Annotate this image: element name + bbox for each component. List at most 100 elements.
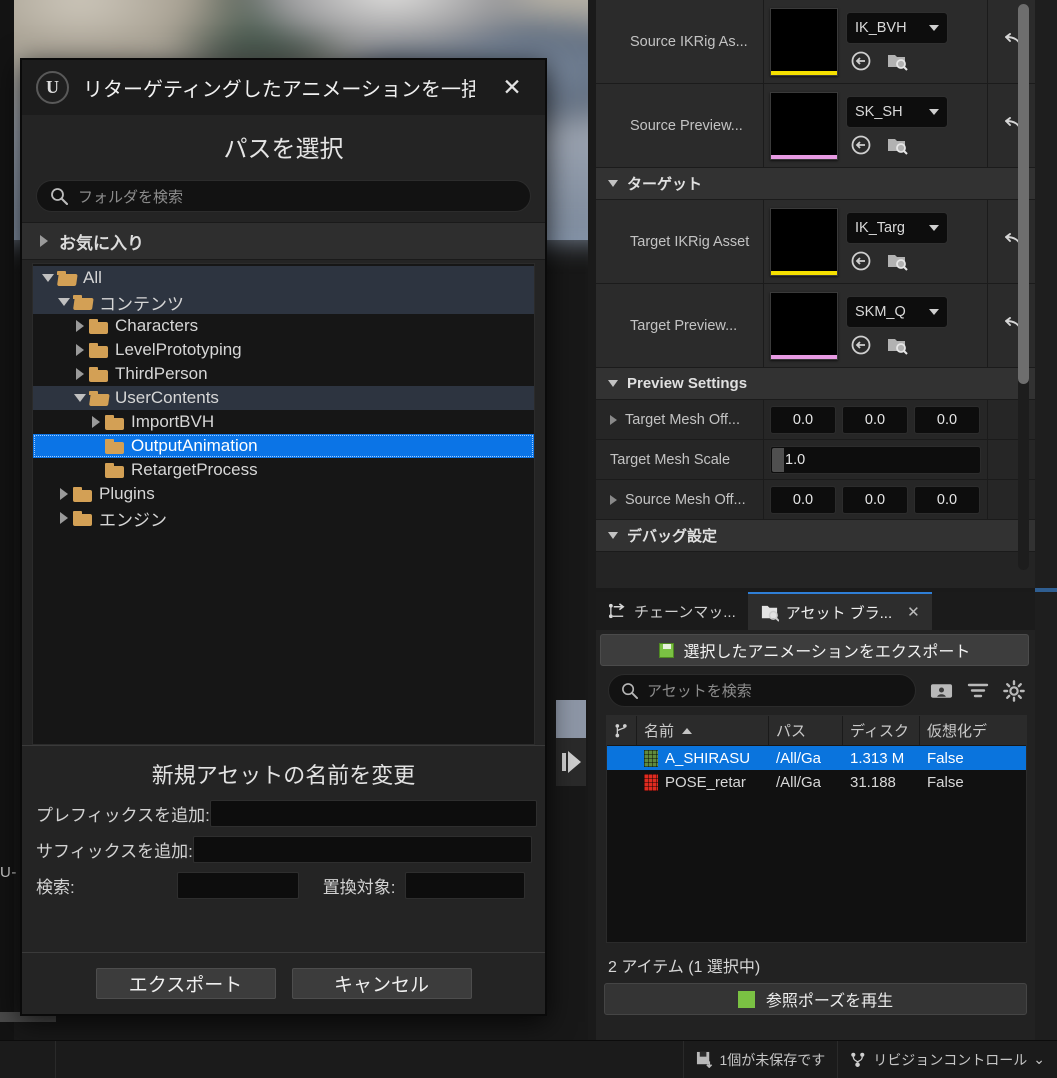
chevron-right-icon[interactable]: [87, 416, 105, 428]
chevron-down-icon[interactable]: [39, 274, 57, 282]
folder-tree-item[interactable]: Plugins: [33, 482, 534, 506]
table-row[interactable]: POSE_retar /All/Ga 31.188 False: [607, 770, 1026, 794]
column-label: パス: [776, 723, 807, 740]
favorites-section-header[interactable]: お気に入り: [22, 222, 545, 260]
section-title: デバッグ設定: [627, 528, 718, 545]
prefix-input[interactable]: [209, 800, 537, 827]
property-label-container[interactable]: Source Mesh Off...: [596, 480, 764, 519]
details-scrollbar[interactable]: [1018, 4, 1029, 570]
asset-thumbnail[interactable]: [770, 7, 838, 76]
chevron-right-icon[interactable]: [71, 368, 89, 380]
tab-asset-browser[interactable]: アセット ブラ... ✕: [747, 592, 932, 630]
asset-picker-value: IK_Targ: [855, 219, 905, 236]
chain-mapping-icon: [608, 602, 625, 618]
unreal-engine-logo-icon: U: [36, 71, 69, 104]
asset-action-icons: [846, 134, 948, 156]
asset-picker-dropdown[interactable]: SK_SH: [846, 95, 948, 128]
column-header-virtualized[interactable]: 仮想化デ: [920, 716, 1026, 745]
row-name-cell: A_SHIRASU: [637, 749, 769, 767]
column-header-name[interactable]: 名前: [637, 716, 769, 745]
revision-control-status[interactable]: リビジョンコントロール ⌄: [838, 1041, 1057, 1078]
asset-picker-dropdown[interactable]: IK_Targ: [846, 211, 948, 244]
left-fragment-text: U-: [0, 864, 17, 881]
close-icon[interactable]: ✕: [489, 74, 535, 101]
export-retargeted-animations-dialog: U リターゲティングしたアニメーションを一括エ ✕ パスを選択 フォルダを検索 …: [20, 58, 547, 1016]
vector-y-field[interactable]: 0.0: [842, 405, 908, 434]
asset-thumbnail[interactable]: [770, 207, 838, 276]
details-scrollbar-thumb[interactable]: [1018, 4, 1029, 384]
row-name-cell: POSE_retar: [637, 773, 769, 791]
vector-x-field[interactable]: 0.0: [770, 485, 836, 514]
property-label-container[interactable]: Target Mesh Off...: [596, 400, 764, 439]
asset-action-icons: [846, 50, 948, 72]
export-selected-animations-button[interactable]: 選択したアニメーションをエクスポート: [600, 634, 1029, 666]
table-row[interactable]: A_SHIRASU /All/Ga 1.313 M False: [607, 746, 1026, 770]
browse-to-asset-icon[interactable]: [886, 250, 908, 272]
asset-search-input[interactable]: アセットを検索: [608, 674, 916, 707]
row-disk-cell: 31.188: [850, 773, 896, 791]
vector-x-field[interactable]: 0.0: [770, 405, 836, 434]
chevron-right-icon[interactable]: [55, 488, 73, 500]
folder-tree-item[interactable]: OutputAnimation: [33, 434, 534, 458]
folder-tree-item[interactable]: LevelPrototyping: [33, 338, 534, 362]
chevron-down-icon: [608, 532, 618, 539]
use-selected-asset-icon[interactable]: [850, 50, 872, 72]
expand-panel-button[interactable]: [556, 738, 586, 786]
use-selected-asset-icon[interactable]: [850, 250, 872, 272]
chevron-right-icon[interactable]: [71, 344, 89, 356]
folder-tree-item[interactable]: エンジン: [33, 506, 534, 530]
close-icon[interactable]: ✕: [907, 603, 920, 621]
folder-tree-item-label: ImportBVH: [131, 412, 215, 431]
chevron-down-icon[interactable]: [55, 298, 73, 306]
property-label: Source Mesh Off...: [625, 491, 746, 508]
column-settings-icon[interactable]: [930, 681, 953, 701]
folder-tree-item[interactable]: RetargetProcess: [33, 458, 534, 482]
section-header-preview-settings[interactable]: Preview Settings: [596, 368, 1035, 400]
tab-label: アセット ブラ...: [785, 604, 893, 622]
asset-thumbnail[interactable]: [770, 291, 838, 360]
vector-z-field[interactable]: 0.0: [914, 405, 980, 434]
browse-to-asset-icon[interactable]: [886, 134, 908, 156]
asset-picker-dropdown[interactable]: IK_BVH: [846, 11, 948, 44]
folder-search-input[interactable]: フォルダを検索: [36, 180, 531, 212]
folder-tree-item[interactable]: UserContents: [33, 386, 534, 410]
export-button[interactable]: エクスポート: [95, 968, 276, 999]
use-selected-asset-icon[interactable]: [850, 334, 872, 356]
browse-to-asset-icon[interactable]: [886, 334, 908, 356]
column-header-path[interactable]: パス: [769, 716, 843, 745]
chevron-right-icon: [610, 494, 617, 505]
asset-type-underline: [771, 154, 837, 159]
find-input[interactable]: [176, 872, 299, 899]
filter-icon[interactable]: [967, 681, 989, 701]
chevron-down-icon: [929, 24, 939, 31]
gear-icon[interactable]: [1003, 679, 1025, 702]
tab-chain-mapping[interactable]: チェーンマッ...: [596, 592, 748, 630]
section-header-debug-settings[interactable]: デバッグ設定: [596, 520, 1035, 552]
column-header-type[interactable]: [607, 716, 637, 745]
asset-picker-dropdown[interactable]: SKM_Q: [846, 295, 948, 328]
folder-tree-item[interactable]: コンテンツ: [33, 290, 534, 314]
replace-input[interactable]: [405, 872, 526, 899]
chevron-down-icon[interactable]: [71, 394, 89, 402]
vector-y-field[interactable]: 0.0: [842, 485, 908, 514]
cancel-button[interactable]: キャンセル: [291, 968, 472, 999]
folder-tree-item[interactable]: ImportBVH: [33, 410, 534, 434]
unsaved-items-status[interactable]: 1個が未保存です: [684, 1041, 839, 1078]
folder-tree-item[interactable]: All: [33, 266, 534, 290]
scale-slider-field[interactable]: 1.0: [770, 445, 981, 474]
asset-search-placeholder: アセットを検索: [647, 683, 752, 700]
column-header-disk[interactable]: ディスク: [843, 716, 920, 745]
chevron-down-icon: [929, 224, 939, 231]
chevron-right-icon[interactable]: [71, 320, 89, 332]
suffix-input[interactable]: [192, 836, 532, 863]
section-header-target[interactable]: ターゲット: [596, 168, 1035, 200]
browse-to-asset-icon[interactable]: [886, 50, 908, 72]
folder-tree-item[interactable]: ThirdPerson: [33, 362, 534, 386]
play-reference-pose-button[interactable]: 参照ポーズを再生: [604, 983, 1027, 1015]
chevron-right-icon[interactable]: [55, 512, 73, 524]
folder-tree-item[interactable]: Characters: [33, 314, 534, 338]
vector-z-field[interactable]: 0.0: [914, 485, 980, 514]
dialog-title-bar[interactable]: U リターゲティングしたアニメーションを一括エ ✕: [22, 60, 545, 115]
use-selected-asset-icon[interactable]: [850, 134, 872, 156]
asset-thumbnail[interactable]: [770, 91, 838, 160]
